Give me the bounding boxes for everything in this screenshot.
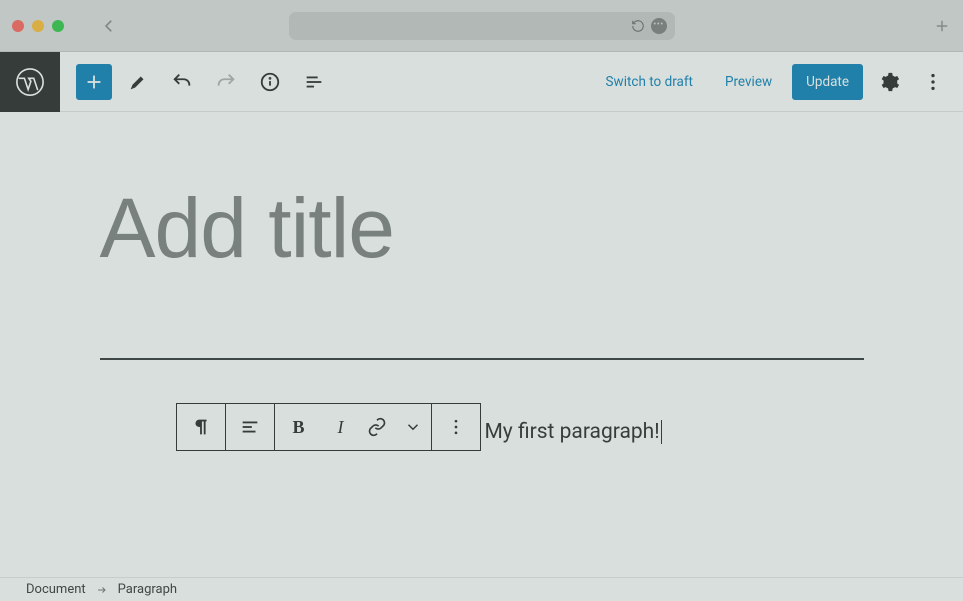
zoom-window-button[interactable] (52, 20, 64, 32)
block-breadcrumb: Document Paragraph (0, 577, 963, 601)
editor-right-tools: Switch to draft Preview Update (594, 64, 963, 100)
new-tab-button[interactable] (933, 17, 951, 35)
separator-block[interactable] (100, 358, 864, 360)
url-bar[interactable]: ••• (289, 12, 675, 40)
add-block-button[interactable] (76, 64, 112, 100)
paragraph-block-icon[interactable] (177, 404, 225, 450)
minimize-window-button[interactable] (32, 20, 44, 32)
settings-button[interactable] (871, 64, 907, 100)
bold-button[interactable]: B (275, 404, 323, 450)
wordpress-logo-button[interactable] (0, 52, 60, 112)
editor-top-bar: Switch to draft Preview Update (0, 52, 963, 112)
editor-canvas[interactable]: Add title B I (0, 112, 963, 577)
align-button[interactable] (226, 404, 274, 450)
link-button[interactable] (359, 404, 395, 450)
details-button[interactable] (252, 64, 288, 100)
editor-left-tools (60, 64, 332, 100)
post-title-input[interactable]: Add title (100, 186, 864, 270)
preview-button[interactable]: Preview (713, 64, 784, 100)
undo-button[interactable] (164, 64, 200, 100)
page-options-icon[interactable]: ••• (651, 18, 667, 34)
chevron-right-icon (96, 584, 108, 596)
text-cursor (661, 420, 662, 444)
browser-chrome: ••• (0, 0, 963, 52)
switch-to-draft-button[interactable]: Switch to draft (594, 64, 705, 100)
paragraph-block[interactable]: My first paragraph! (484, 420, 661, 444)
breadcrumb-current[interactable]: Paragraph (118, 582, 177, 597)
tools-select-button[interactable] (120, 64, 156, 100)
more-rich-text-button[interactable] (395, 404, 431, 450)
more-options-button[interactable] (915, 64, 951, 100)
breadcrumb-root[interactable]: Document (26, 582, 86, 597)
update-button[interactable]: Update (792, 64, 863, 100)
italic-button[interactable]: I (323, 404, 359, 450)
window-controls (12, 20, 64, 32)
paragraph-text-content: My first paragraph! (484, 420, 659, 444)
redo-button[interactable] (208, 64, 244, 100)
browser-back-button[interactable] (100, 17, 118, 35)
outline-button[interactable] (296, 64, 332, 100)
reload-icon[interactable] (631, 19, 645, 33)
close-window-button[interactable] (12, 20, 24, 32)
block-toolbar: B I (176, 403, 481, 451)
block-more-options-button[interactable] (432, 404, 480, 450)
